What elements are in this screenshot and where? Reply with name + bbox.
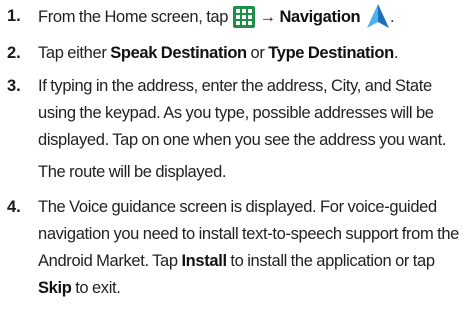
apps-grid-icon <box>232 6 255 28</box>
step-text-part: or <box>250 44 265 62</box>
step-text: From the Home screen, tap → Navigation . <box>38 3 466 31</box>
type-destination-label: Type Destination <box>268 44 394 62</box>
speak-destination-label: Speak Destination <box>110 44 247 62</box>
step-number: 4. <box>7 198 21 216</box>
step-number: 1. <box>7 7 21 25</box>
step-number: 2. <box>7 44 21 62</box>
step-text-part: to exit. <box>75 279 121 297</box>
step-number: 3. <box>7 77 21 95</box>
step-text-part: . <box>390 8 395 26</box>
step-paragraph: If typing in the address, enter the addr… <box>38 77 447 149</box>
step-text-part: to install the application or tap <box>230 252 435 270</box>
install-label: Install <box>181 252 227 270</box>
arrow-glyph: → <box>259 8 277 26</box>
step-text: The Voice guidance screen is displayed. … <box>38 194 466 302</box>
navigation-arrow-icon <box>366 3 390 29</box>
step-text: Tap either Speak Destination or Type Des… <box>38 40 466 67</box>
step-paragraph: The route will be displayed. <box>38 163 227 181</box>
step-text-part: Tap either <box>38 44 107 62</box>
step-text-part: From the Home screen, tap <box>38 8 229 26</box>
skip-label: Skip <box>38 279 72 297</box>
navigation-label: Navigation <box>279 8 361 26</box>
step-text: If typing in the address, enter the addr… <box>38 73 466 186</box>
step-text-part: . <box>393 44 399 62</box>
